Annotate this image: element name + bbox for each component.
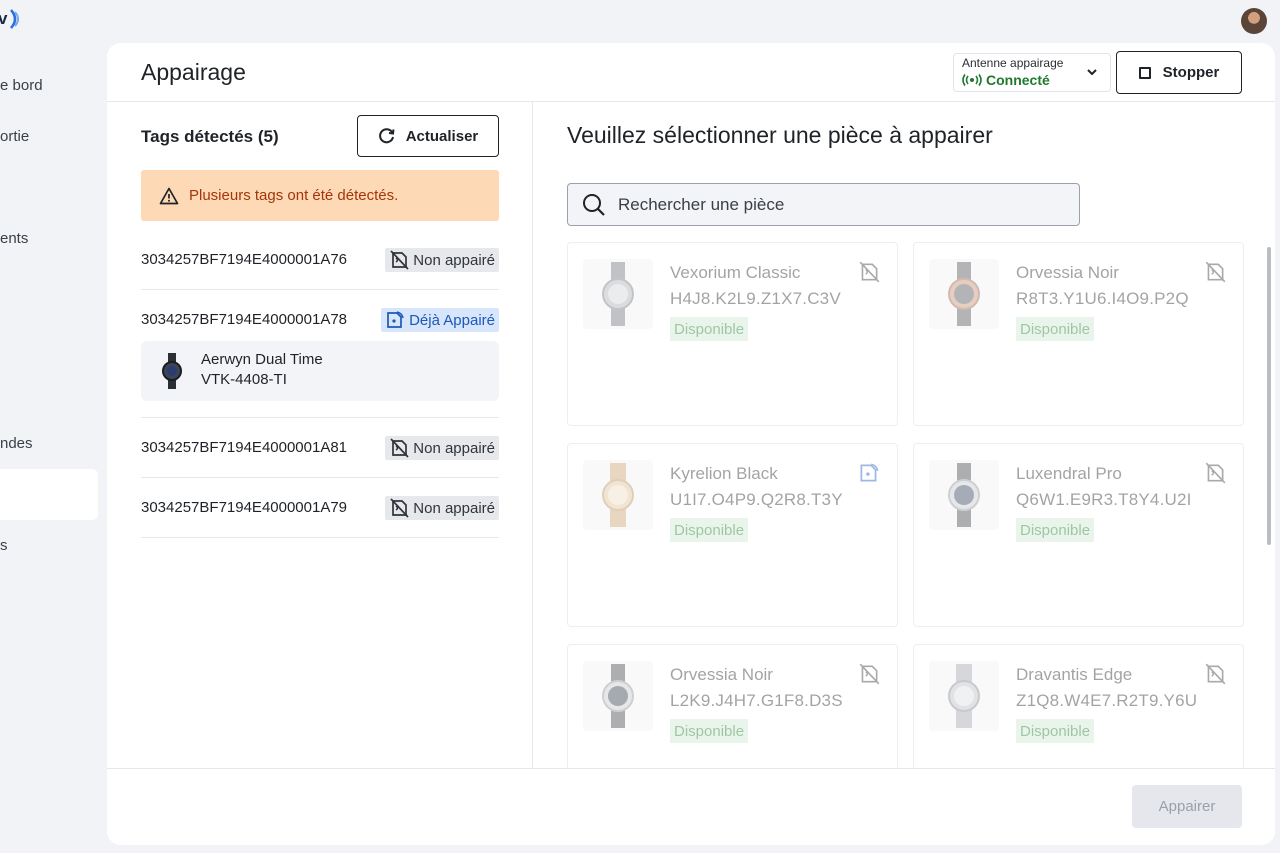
pair-button[interactable]: Appairer xyxy=(1132,785,1242,828)
warning-icon xyxy=(159,187,179,204)
piece-card[interactable]: Luxendral Pro Q6W1.E9R3.T8Y4.U2I Disponi… xyxy=(913,443,1244,627)
search-input[interactable]: Rechercher une pièce xyxy=(618,195,784,215)
stop-button[interactable]: Stopper xyxy=(1116,51,1242,94)
unpaired-tag-icon xyxy=(1205,462,1226,484)
piece-status: Disponible xyxy=(670,317,749,341)
refresh-button[interactable]: Actualiser xyxy=(357,115,499,157)
tag-id: 3034257BF7194E4000001A76 xyxy=(141,251,348,268)
page-title: Appairage xyxy=(141,59,246,85)
sidebar-item-orders[interactable]: ndes xyxy=(0,435,33,452)
tag-id: 3034257BF7194E4000001A79 xyxy=(141,499,348,516)
tag-id: 3034257BF7194E4000001A81 xyxy=(141,439,348,456)
piece-status: Disponible xyxy=(1016,719,1095,743)
piece-card[interactable]: Orvessia Noir R8T3.Y1U6.I4O9.P2Q Disponi… xyxy=(913,242,1244,426)
pairing-panel: Appairage Antenne appairage Connecté Sto… xyxy=(107,43,1275,845)
tag-row[interactable]: 3034257BF7194E4000001A81 Non appairé xyxy=(141,418,499,478)
search-field[interactable]: Rechercher une pièce xyxy=(567,183,1080,226)
piece-name: Orvessia Noir xyxy=(1016,263,1119,282)
piece-card[interactable]: Orvessia Noir L2K9.J4H7.G1F8.D3S Disponi… xyxy=(567,644,898,769)
piece-ref: H4J8.K2L9.Z1X7.C3V xyxy=(670,289,841,308)
pieces-grid: Vexorium Classic H4J8.K2L9.Z1X7.C3V Disp… xyxy=(534,242,1275,769)
badge-label: Non appairé xyxy=(413,439,495,457)
piece-name: Vexorium Classic xyxy=(670,263,801,282)
unpaired-badge: Non appairé xyxy=(385,436,499,460)
piece-name: Dravantis Edge xyxy=(1016,665,1133,684)
piece-name: Orvessia Noir xyxy=(670,665,773,684)
paired-item-ref: VTK-4408-TI xyxy=(201,371,287,388)
pieces-scrollbar[interactable] xyxy=(1267,247,1271,545)
piece-card[interactable]: Dravantis Edge Z1Q8.W4E7.R2T9.Y6U Dispon… xyxy=(913,644,1244,769)
paired-tag-icon xyxy=(387,311,404,328)
sidebar-item-exit[interactable]: ortie xyxy=(0,128,29,145)
piece-ref: L2K9.J4H7.G1F8.D3S xyxy=(670,691,843,710)
tags-title: Tags détectés (5) xyxy=(141,127,279,146)
piece-ref: Q6W1.E9R3.T8Y4.U2I xyxy=(1016,490,1192,509)
antenna-label: Antenne appairage xyxy=(962,56,1064,70)
unpaired-badge: Non appairé xyxy=(385,496,499,520)
refresh-icon xyxy=(378,128,395,144)
sidebar-item-settings[interactable]: s xyxy=(0,537,8,554)
badge-label: Non appairé xyxy=(413,251,495,269)
sidebar-item-movements[interactable]: ents xyxy=(0,230,28,247)
piece-card[interactable]: Kyrelion Black U1I7.O4P9.Q2R8.T3Y Dispon… xyxy=(567,443,898,627)
unpaired-tag-icon xyxy=(859,663,880,685)
user-avatar[interactable] xyxy=(1241,8,1267,34)
panel-header: Appairage Antenne appairage Connecté Sto… xyxy=(107,43,1275,102)
antenna-signal-icon xyxy=(962,74,982,86)
logo-text: v xyxy=(0,9,8,28)
unpaired-tag-icon xyxy=(390,498,409,518)
watch-thumbnail xyxy=(583,661,653,731)
piece-card[interactable]: Vexorium Classic H4J8.K2L9.Z1X7.C3V Disp… xyxy=(567,242,898,426)
watch-thumbnail xyxy=(583,460,653,530)
refresh-button-label: Actualiser xyxy=(405,127,479,145)
stop-button-label: Stopper xyxy=(1162,64,1220,81)
watch-thumbnail xyxy=(162,353,182,389)
piece-ref: Z1Q8.W4E7.R2T9.Y6U xyxy=(1016,691,1198,710)
stop-icon xyxy=(1138,66,1151,79)
paired-item-name: Aerwyn Dual Time xyxy=(201,351,323,368)
watch-thumbnail xyxy=(929,661,999,731)
multiple-tags-warning: Plusieurs tags ont été détectés. xyxy=(141,170,499,221)
paired-tag-icon xyxy=(860,463,879,482)
chevron-down-icon xyxy=(1087,69,1097,76)
watch-thumbnail xyxy=(929,460,999,530)
tag-row[interactable]: 3034257BF7194E4000001A79 Non appairé xyxy=(141,478,499,538)
piece-name: Kyrelion Black xyxy=(670,464,778,483)
logo-wave-icon xyxy=(10,9,20,29)
tag-id: 3034257BF7194E4000001A78 xyxy=(141,311,348,328)
paired-badge: Déjà Appairé xyxy=(381,308,499,332)
badge-label: Non appairé xyxy=(413,499,495,517)
tag-row[interactable]: 3034257BF7194E4000001A78 Déjà Appairé Ae… xyxy=(141,290,499,418)
sidebar-item-dashboard[interactable]: e bord xyxy=(0,77,43,94)
tag-row[interactable]: 3034257BF7194E4000001A76 Non appairé xyxy=(141,230,499,290)
piece-name: Luxendral Pro xyxy=(1016,464,1122,483)
antenna-status-text: Connecté xyxy=(986,72,1050,88)
unpaired-tag-icon xyxy=(390,438,409,458)
search-icon xyxy=(583,193,605,216)
pieces-title: Veuillez sélectionner une pièce à appair… xyxy=(567,122,993,148)
badge-label: Déjà Appairé xyxy=(409,311,495,329)
paired-item-card: Aerwyn Dual Time VTK-4408-TI xyxy=(141,341,499,401)
piece-status: Disponible xyxy=(670,518,749,542)
unpaired-tag-icon xyxy=(390,250,409,270)
detected-tags-column: Tags détectés (5) Actualiser Plusieurs t… xyxy=(107,102,533,769)
piece-status: Disponible xyxy=(670,719,749,743)
watch-thumbnail xyxy=(583,259,653,329)
app-logo[interactable]: v xyxy=(0,8,23,30)
panel-footer: Appairer xyxy=(107,768,1275,845)
unpaired-tag-icon xyxy=(1205,261,1226,283)
antenna-status: Connecté xyxy=(962,71,1102,89)
piece-ref: R8T3.Y1U6.I4O9.P2Q xyxy=(1016,289,1189,308)
piece-ref: U1I7.O4P9.Q2R8.T3Y xyxy=(670,490,843,509)
antenna-select[interactable]: Antenne appairage Connecté xyxy=(953,53,1111,92)
warning-text: Plusieurs tags ont été détectés. xyxy=(189,187,399,204)
watch-thumbnail xyxy=(929,259,999,329)
piece-status: Disponible xyxy=(1016,518,1095,542)
sidebar-active-highlight xyxy=(0,469,98,520)
piece-status: Disponible xyxy=(1016,317,1095,341)
unpaired-tag-icon xyxy=(859,261,880,283)
unpaired-badge: Non appairé xyxy=(385,248,499,272)
unpaired-tag-icon xyxy=(1205,663,1226,685)
